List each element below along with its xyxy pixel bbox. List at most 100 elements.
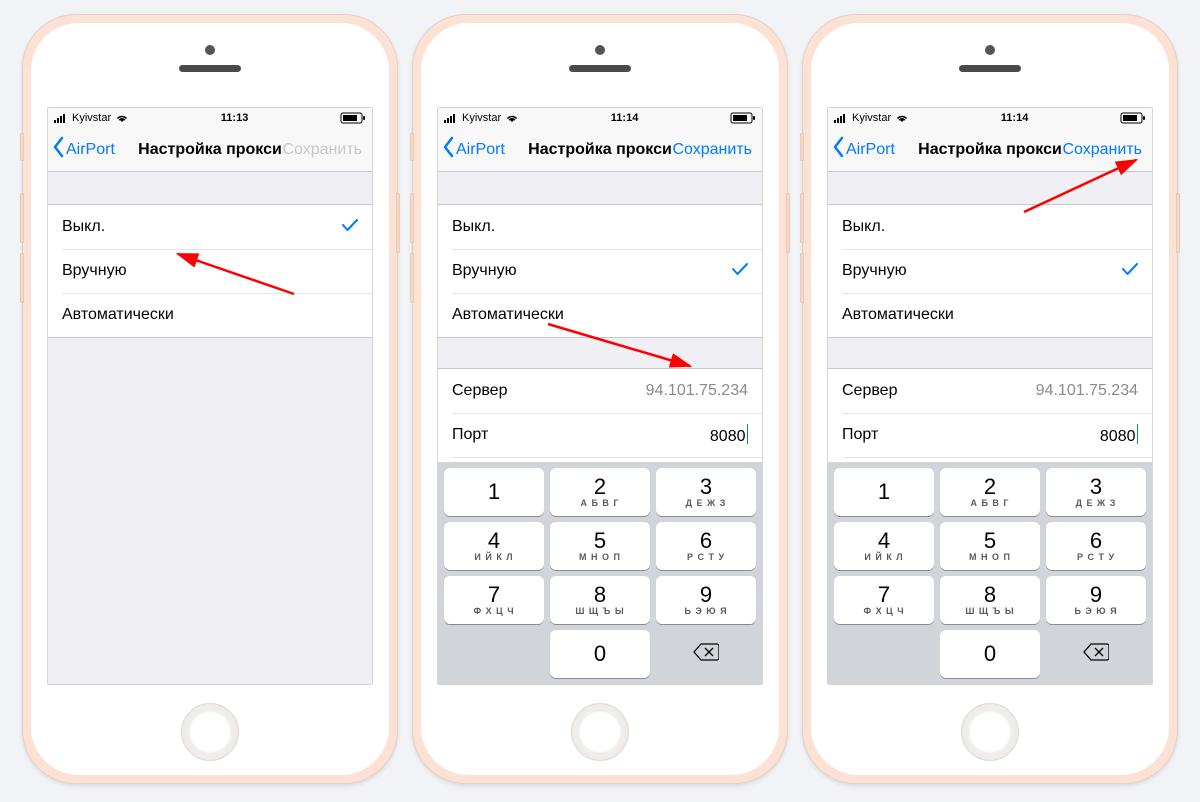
status-time: 11:13 [221,112,249,124]
option-manual[interactable]: Вручную [48,249,372,293]
port-value: 8080 [710,424,748,446]
backspace-icon [1083,643,1109,665]
proxy-mode-group: Выкл. Вручную Автоматически [828,204,1152,338]
server-field[interactable]: Сервер 94.101.75.234 [438,369,762,413]
home-button[interactable] [571,703,629,761]
nav-bar: AirPort Настройка прокси Сохранить [48,128,372,172]
key-9[interactable]: 9Ь Э Ю Я [656,576,756,624]
back-button[interactable]: AirPort [830,136,920,163]
port-field[interactable]: Порт 8080 [828,413,1152,457]
key-9[interactable]: 9Ь Э Ю Я [1046,576,1146,624]
save-button: Сохранить [278,141,368,159]
key-7[interactable]: 7Ф Х Ц Ч [834,576,934,624]
server-value: 94.101.75.234 [1036,382,1138,400]
key-backspace[interactable] [656,630,756,678]
home-button[interactable] [181,703,239,761]
key-2[interactable]: 2А Б В Г [940,468,1040,516]
key-1[interactable]: 1 [834,468,934,516]
option-manual[interactable]: Вручную [438,249,762,293]
key-6[interactable]: 6Р С Т У [656,522,756,570]
save-button[interactable]: Сохранить [1058,141,1148,159]
back-button[interactable]: AirPort [440,136,530,163]
screen: Kyivstar 11:13 AirPort Настройка прокси … [47,107,373,685]
key-8[interactable]: 8Ш Щ Ъ Ы [940,576,1040,624]
server-value: 94.101.75.234 [646,382,748,400]
status-bar: Kyivstar 11:14 [438,108,762,128]
status-time: 11:14 [1001,112,1029,124]
key-7[interactable]: 7Ф Х Ц Ч [444,576,544,624]
chevron-left-icon [52,136,65,163]
back-button[interactable]: AirPort [50,136,140,163]
phone-frame-1: Kyivstar 11:13 AirPort Настройка прокси … [22,14,398,784]
numeric-keypad: 1 2А Б В Г 3Д Е Ж З 4И Й К Л 5М Н О П 6Р… [828,462,1152,684]
proxy-mode-group: Выкл. Вручную Автоматически [438,204,762,338]
server-label: Сервер [842,382,897,400]
option-off-label: Выкл. [452,218,495,236]
speaker-icon [569,65,631,72]
battery-icon [1120,112,1146,124]
phone-frame-3: Kyivstar 11:14 AirPort Настройка прокси … [802,14,1178,784]
key-3[interactable]: 3Д Е Ж З [656,468,756,516]
server-field[interactable]: Сервер 94.101.75.234 [828,369,1152,413]
checkmark-icon [342,218,358,237]
key-5[interactable]: 5М Н О П [550,522,650,570]
port-value: 8080 [1100,424,1138,446]
battery-icon [340,112,366,124]
status-time: 11:14 [611,112,639,124]
option-off[interactable]: Выкл. [48,205,372,249]
option-off[interactable]: Выкл. [438,205,762,249]
option-off-label: Выкл. [62,218,105,236]
key-0[interactable]: 0 [940,630,1040,678]
back-label: AirPort [456,141,505,159]
signal-icon [54,113,68,123]
wifi-icon [895,113,909,123]
speaker-icon [179,65,241,72]
option-off[interactable]: Выкл. [828,205,1152,249]
option-auto-label: Автоматически [62,306,174,324]
key-8[interactable]: 8Ш Щ Ъ Ы [550,576,650,624]
option-manual[interactable]: Вручную [828,249,1152,293]
option-manual-label: Вручную [62,262,127,280]
option-auto[interactable]: Автоматически [828,293,1152,337]
chevron-left-icon [442,136,455,163]
key-5[interactable]: 5М Н О П [940,522,1040,570]
option-auto[interactable]: Автоматически [48,293,372,337]
key-0[interactable]: 0 [550,630,650,678]
option-manual-label: Вручную [842,262,907,280]
screen: Kyivstar 11:14 AirPort Настройка прокси … [437,107,763,685]
wifi-icon [115,113,129,123]
key-blank [834,630,934,678]
key-3[interactable]: 3Д Е Ж З [1046,468,1146,516]
back-label: AirPort [846,141,895,159]
checkmark-icon [732,262,748,281]
port-label: Порт [452,426,488,444]
chevron-left-icon [832,136,845,163]
key-blank [444,630,544,678]
carrier-label: Kyivstar [462,112,501,124]
key-4[interactable]: 4И Й К Л [834,522,934,570]
carrier-label: Kyivstar [852,112,891,124]
option-off-label: Выкл. [842,218,885,236]
nav-bar: AirPort Настройка прокси Сохранить [828,128,1152,172]
camera-icon [205,45,215,55]
option-auto[interactable]: Автоматически [438,293,762,337]
server-label: Сервер [452,382,507,400]
status-bar: Kyivstar 11:14 [828,108,1152,128]
key-1[interactable]: 1 [444,468,544,516]
port-field[interactable]: Порт 8080 [438,413,762,457]
key-4[interactable]: 4И Й К Л [444,522,544,570]
back-label: AirPort [66,141,115,159]
phone-frame-2: Kyivstar 11:14 AirPort Настройка прокси … [412,14,788,784]
status-bar: Kyivstar 11:13 [48,108,372,128]
carrier-label: Kyivstar [72,112,111,124]
numeric-keypad: 1 2А Б В Г 3Д Е Ж З 4И Й К Л 5М Н О П 6Р… [438,462,762,684]
battery-icon [730,112,756,124]
option-auto-label: Автоматически [452,306,564,324]
home-button[interactable] [961,703,1019,761]
key-2[interactable]: 2А Б В Г [550,468,650,516]
nav-bar: AirPort Настройка прокси Сохранить [438,128,762,172]
key-6[interactable]: 6Р С Т У [1046,522,1146,570]
signal-icon [444,113,458,123]
save-button[interactable]: Сохранить [668,141,758,159]
key-backspace[interactable] [1046,630,1146,678]
